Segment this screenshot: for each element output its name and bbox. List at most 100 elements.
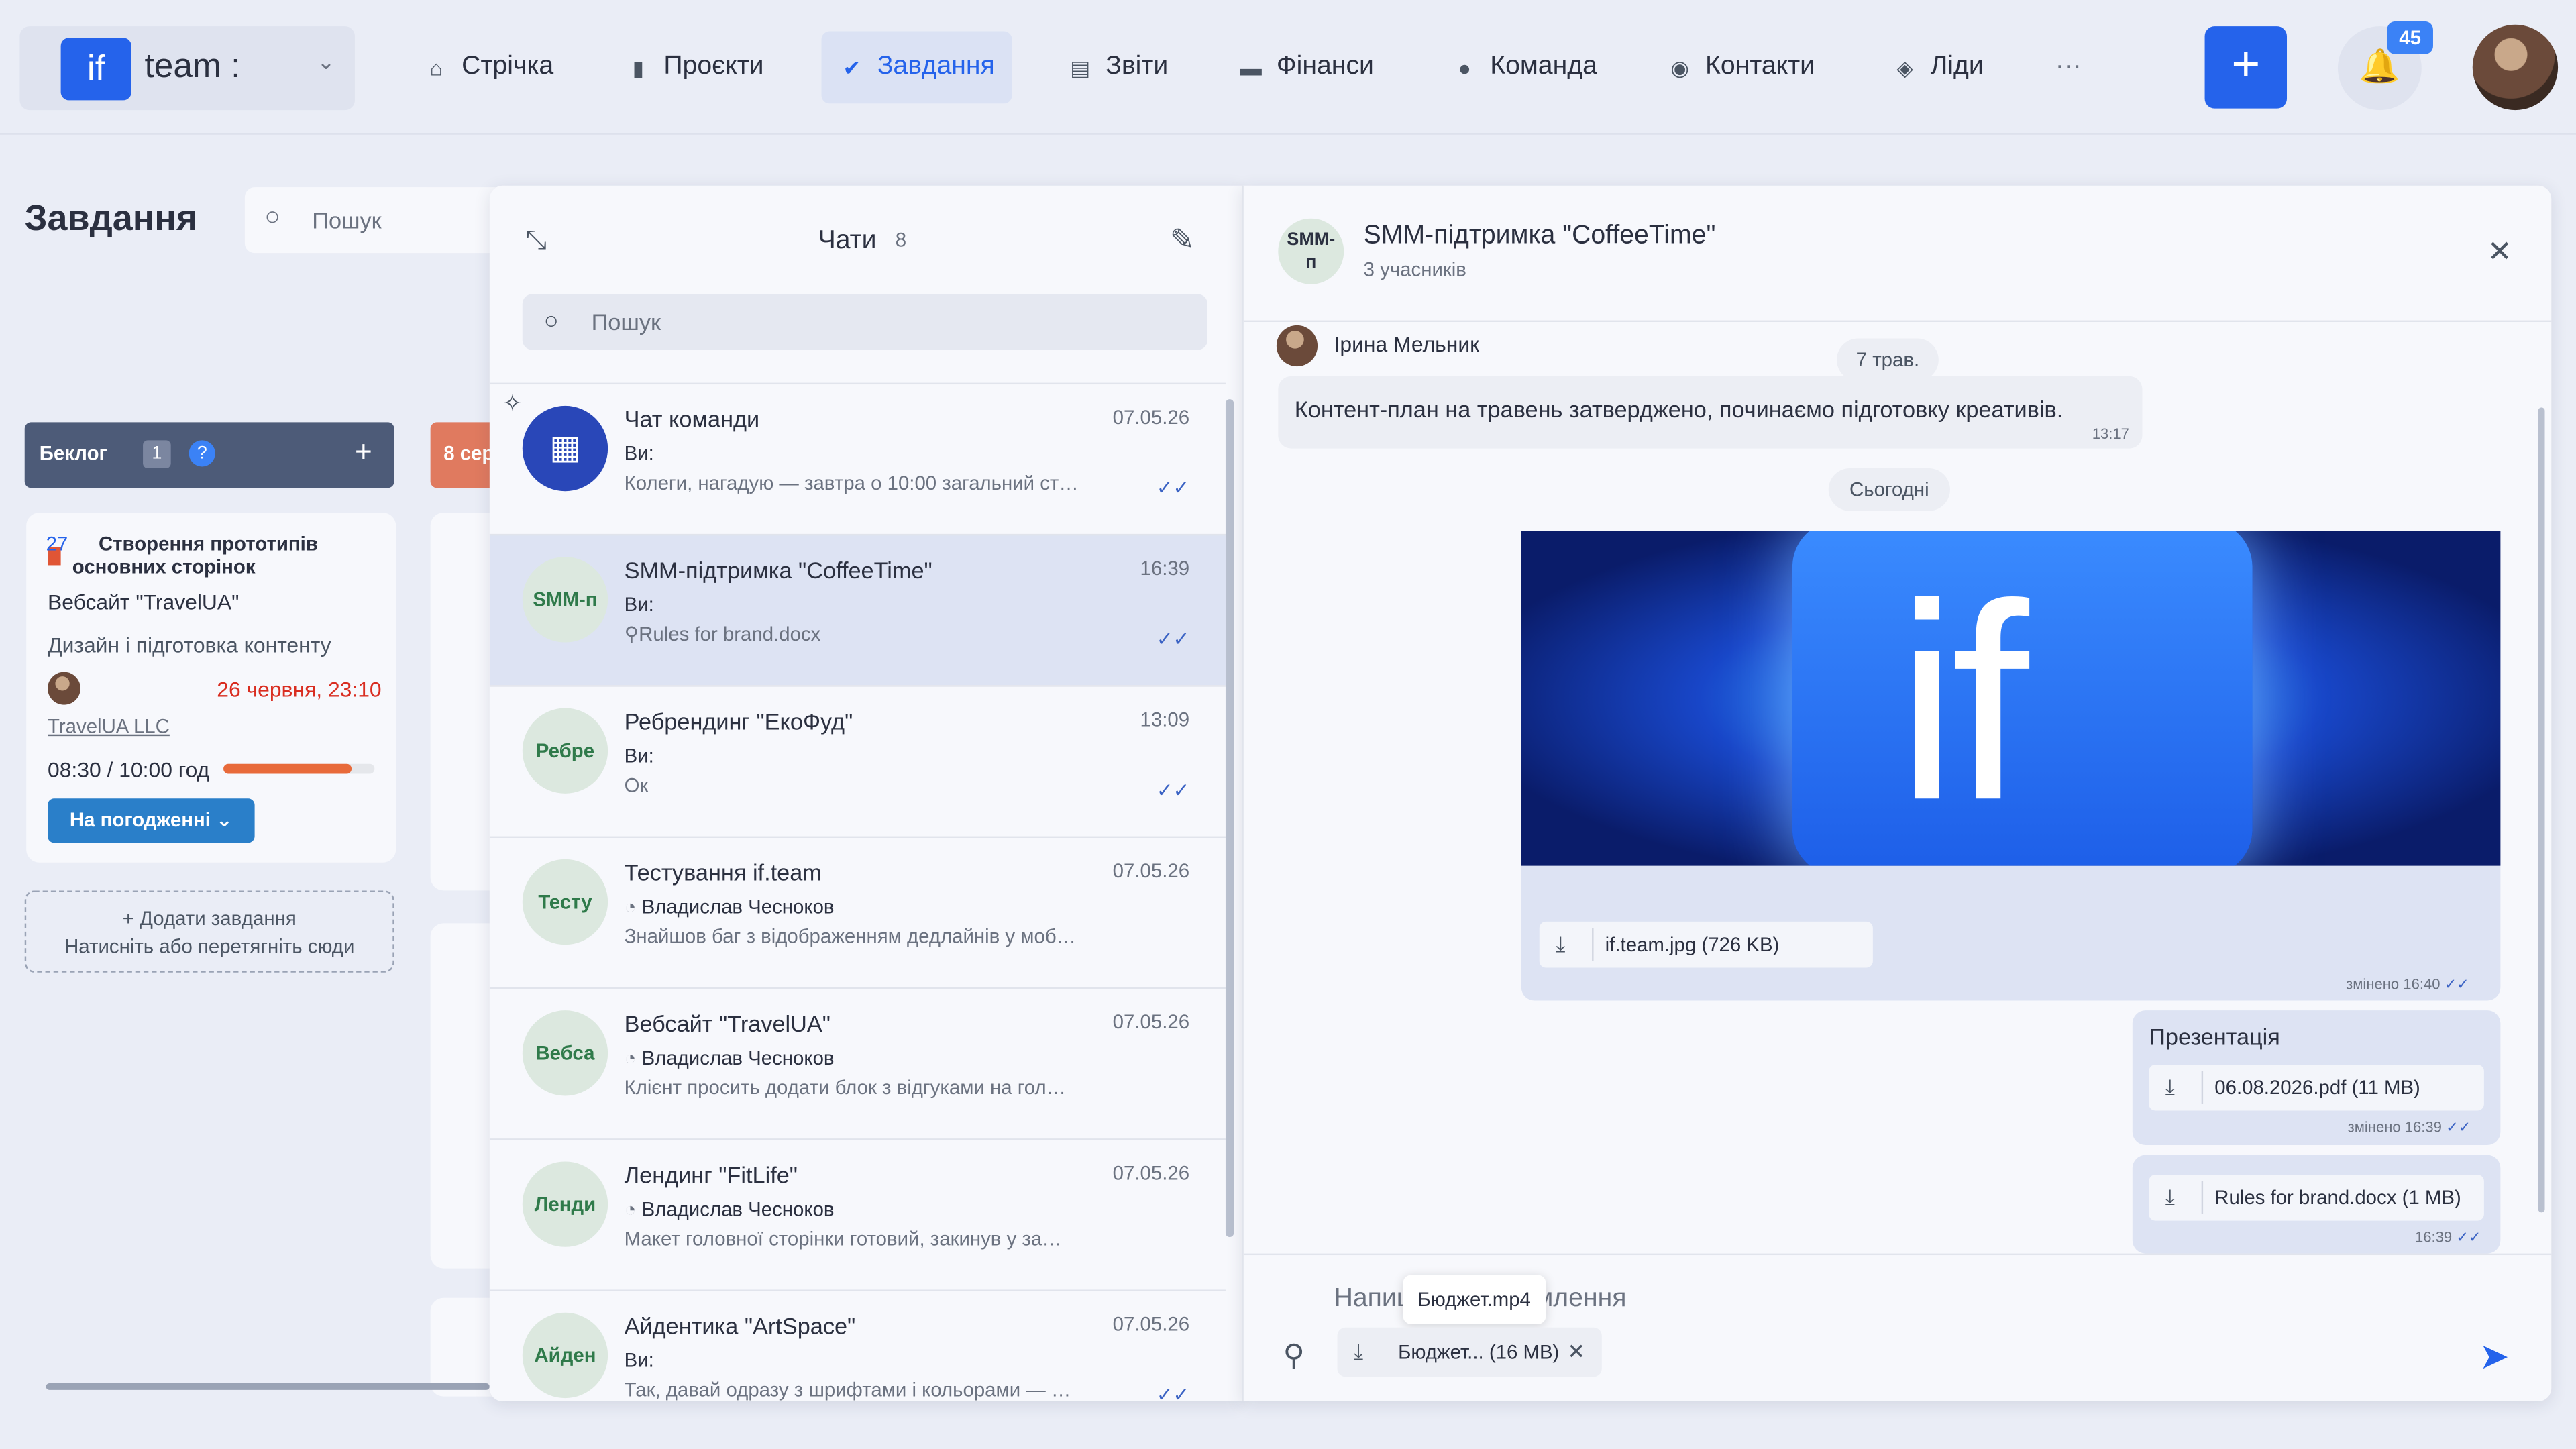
paperclip-icon[interactable]: ⚲ [1283,1339,1305,1373]
sender-name: Ірина Мельник [1334,331,1480,357]
chat-name: Вебсайт "TravelUA" [624,1010,831,1037]
date-separator: 7 трав. [1836,338,1939,382]
nav-label: Ліди [1930,52,1984,81]
user-icon: ◔ [624,1197,642,1221]
chat-avatar: Ленди [522,1161,608,1247]
nav-tasks[interactable]: ✔ Завдання [821,31,1013,104]
divider [2201,1181,2204,1214]
task-title: 27 Створення прототипів основних сторінок [46,532,318,579]
more-menu-icon[interactable]: ··· [2037,32,2100,104]
conversation-title: SMM-підтримка "CoffeeTime" [1363,221,1716,250]
chat-name: Чат команди [624,405,760,433]
add-task-hint: Натисніть або перетягніть сюди [64,934,355,958]
add-task-dropzone[interactable]: + Додати завдання Натисніть або перетягн… [24,890,394,973]
chat-item[interactable]: Ребре Ребрендинг "ЕкоФуд" 13:09 Ви: Ок ✓… [489,685,1226,836]
chat-sender: ◔ Владислав Чесноков [624,1046,835,1070]
nav-team[interactable]: ● Команда [1434,32,1615,104]
task-client-link[interactable]: TravelUA LLC [48,714,170,737]
home-icon: ⌂ [429,55,443,80]
help-icon[interactable]: ? [189,440,215,467]
workspace-switcher[interactable]: if team : ⌄ [19,26,355,111]
chat-item[interactable]: SMM-п SMM-підтримка "CoffeeTime" 16:39 В… [489,533,1226,686]
chat-item[interactable]: Айден Айдентика "ArtSpace" 07.05.26 Ви: … [489,1289,1226,1401]
create-button[interactable]: + [2204,26,2288,109]
nav-reports[interactable]: ▤ Звіти [1050,32,1186,104]
chat-item[interactable]: ▦ Чат команди 07.05.26 Ви: Колеги, нагад… [489,382,1226,534]
attachment-name: Бюджет... (16 MB) [1398,1340,1560,1364]
nav-contacts[interactable]: ◉ Контакти [1650,32,1833,104]
sender-avatar [1276,325,1318,367]
nav-projects[interactable]: ▮ Проєкти [608,32,782,104]
image-tile [1792,531,2253,866]
chats-count: 8 [895,228,907,252]
collapse-icon[interactable]: ⤡ [526,227,547,256]
task-card[interactable]: 27 Створення прототипів основних сторінок… [26,513,396,863]
column-count: 1 [143,440,171,468]
conversation-members[interactable]: 3 учасників [1364,258,1466,280]
person-icon: ● [1458,55,1471,80]
file-attachment[interactable]: ⤓ if.team.jpg (726 KB) [1539,921,1873,968]
nav-finance[interactable]: ▬ Фінанси [1221,32,1392,104]
task-hours: 08:30 / 10:00 год [48,757,210,782]
file-attachment[interactable]: ⤓ 06.08.2026.pdf (11 MB) [2149,1064,2484,1111]
status-dropdown[interactable]: На погодженні ⌄ [48,798,255,843]
chat-sender: Ви: [624,441,654,466]
remove-attachment-icon[interactable]: ✕ [1567,1339,1585,1365]
search-placeholder: Пошук [591,309,661,335]
nav-feed[interactable]: ⌂ Стрічка [406,32,572,104]
pending-attachment[interactable]: ⤓ Бюджет... (16 MB) ✕ [1337,1327,1602,1377]
file-name: Rules for brand.docx (1 MB) [2214,1186,2461,1210]
file-attachment[interactable]: ⤓ Rules for brand.docx (1 MB) [2149,1175,2484,1221]
building-icon: ▦ [522,405,608,492]
chats-search-input[interactable]: ○ Пошук [522,294,1208,350]
image-preview[interactable]: if [1521,531,2501,866]
download-icon[interactable]: ⤓ [2165,1075,2175,1101]
conversation-avatar: SMM-п [1278,218,1344,284]
read-ticks-icon: ✓✓ [1156,778,1190,802]
brand-logo: if [60,38,131,101]
chat-time: 07.05.26 [1112,1010,1190,1034]
nav-label: Звіти [1106,52,1169,81]
document-icon: ▮ [632,55,645,80]
chat-item[interactable]: Вебса Вебсайт "TravelUA" 07.05.26 ◔ Влад… [489,987,1226,1138]
chat-item[interactable]: Тесту Тестування if.team 07.05.26 ◔ Влад… [489,836,1226,987]
contacts-icon: ◉ [1670,55,1689,80]
chat-list-scrollbar[interactable] [1225,399,1234,1238]
download-icon[interactable]: ⤓ [1556,932,1565,958]
task-due-date: 26 червня, 23:10 [217,676,382,702]
new-chat-icon[interactable]: ✎ [1170,223,1195,258]
chat-preview: Клієнт просить додати блок з відгуками н… [624,1076,1067,1099]
add-column-task-button[interactable]: + [355,435,372,470]
nav-label: Фінанси [1276,52,1374,81]
notification-badge: 45 [2387,21,2433,54]
nav-label: Проєкти [663,52,764,81]
chat-preview: Ок [624,773,649,797]
message-meta: змінено 16:39 ✓✓ [2347,1118,2471,1136]
send-icon[interactable]: ➤ [2479,1336,2510,1379]
chat-item[interactable]: Ленди Лендинг "FitLife" 07.05.26 ◔ Влади… [489,1138,1226,1289]
horizontal-scrollbar[interactable] [46,1383,490,1390]
user-icon: ◔ [624,1046,642,1070]
add-task-label: + Додати завдання [122,906,297,930]
chat-name: Айдентика "ArtSpace" [624,1312,856,1339]
column-2-card [430,1297,496,1397]
nav-leads[interactable]: ◈ Ліди [1874,32,2001,104]
nav-label: Стрічка [462,52,554,81]
user-avatar[interactable] [2472,24,2559,111]
chat-preview: Знайшов баг з відображенням дедлайнів у … [624,924,1077,949]
chat-time: 07.05.26 [1112,405,1190,429]
task-stage: Дизайн і підготовка контенту [48,632,331,657]
date-separator: Сьогодні [1828,468,1950,511]
file-name: 06.08.2026.pdf (11 MB) [2214,1076,2420,1099]
chat-avatar: Ребре [522,708,608,794]
close-icon[interactable]: ✕ [2487,235,2512,269]
nav-label: Завдання [877,52,995,81]
page-search-input[interactable]: ○ Пошук [244,187,508,254]
message-meta: 16:39 ✓✓ [2415,1228,2481,1246]
column-2-card [430,923,496,1269]
chat-sender: Ви: [624,1348,654,1372]
conversation-scrollbar[interactable] [2538,407,2545,1213]
download-icon[interactable]: ⤓ [2165,1185,2175,1211]
paperclip-icon: ⚲ [624,623,639,646]
chat-sender: ◔ Владислав Чесноков [624,1197,835,1221]
